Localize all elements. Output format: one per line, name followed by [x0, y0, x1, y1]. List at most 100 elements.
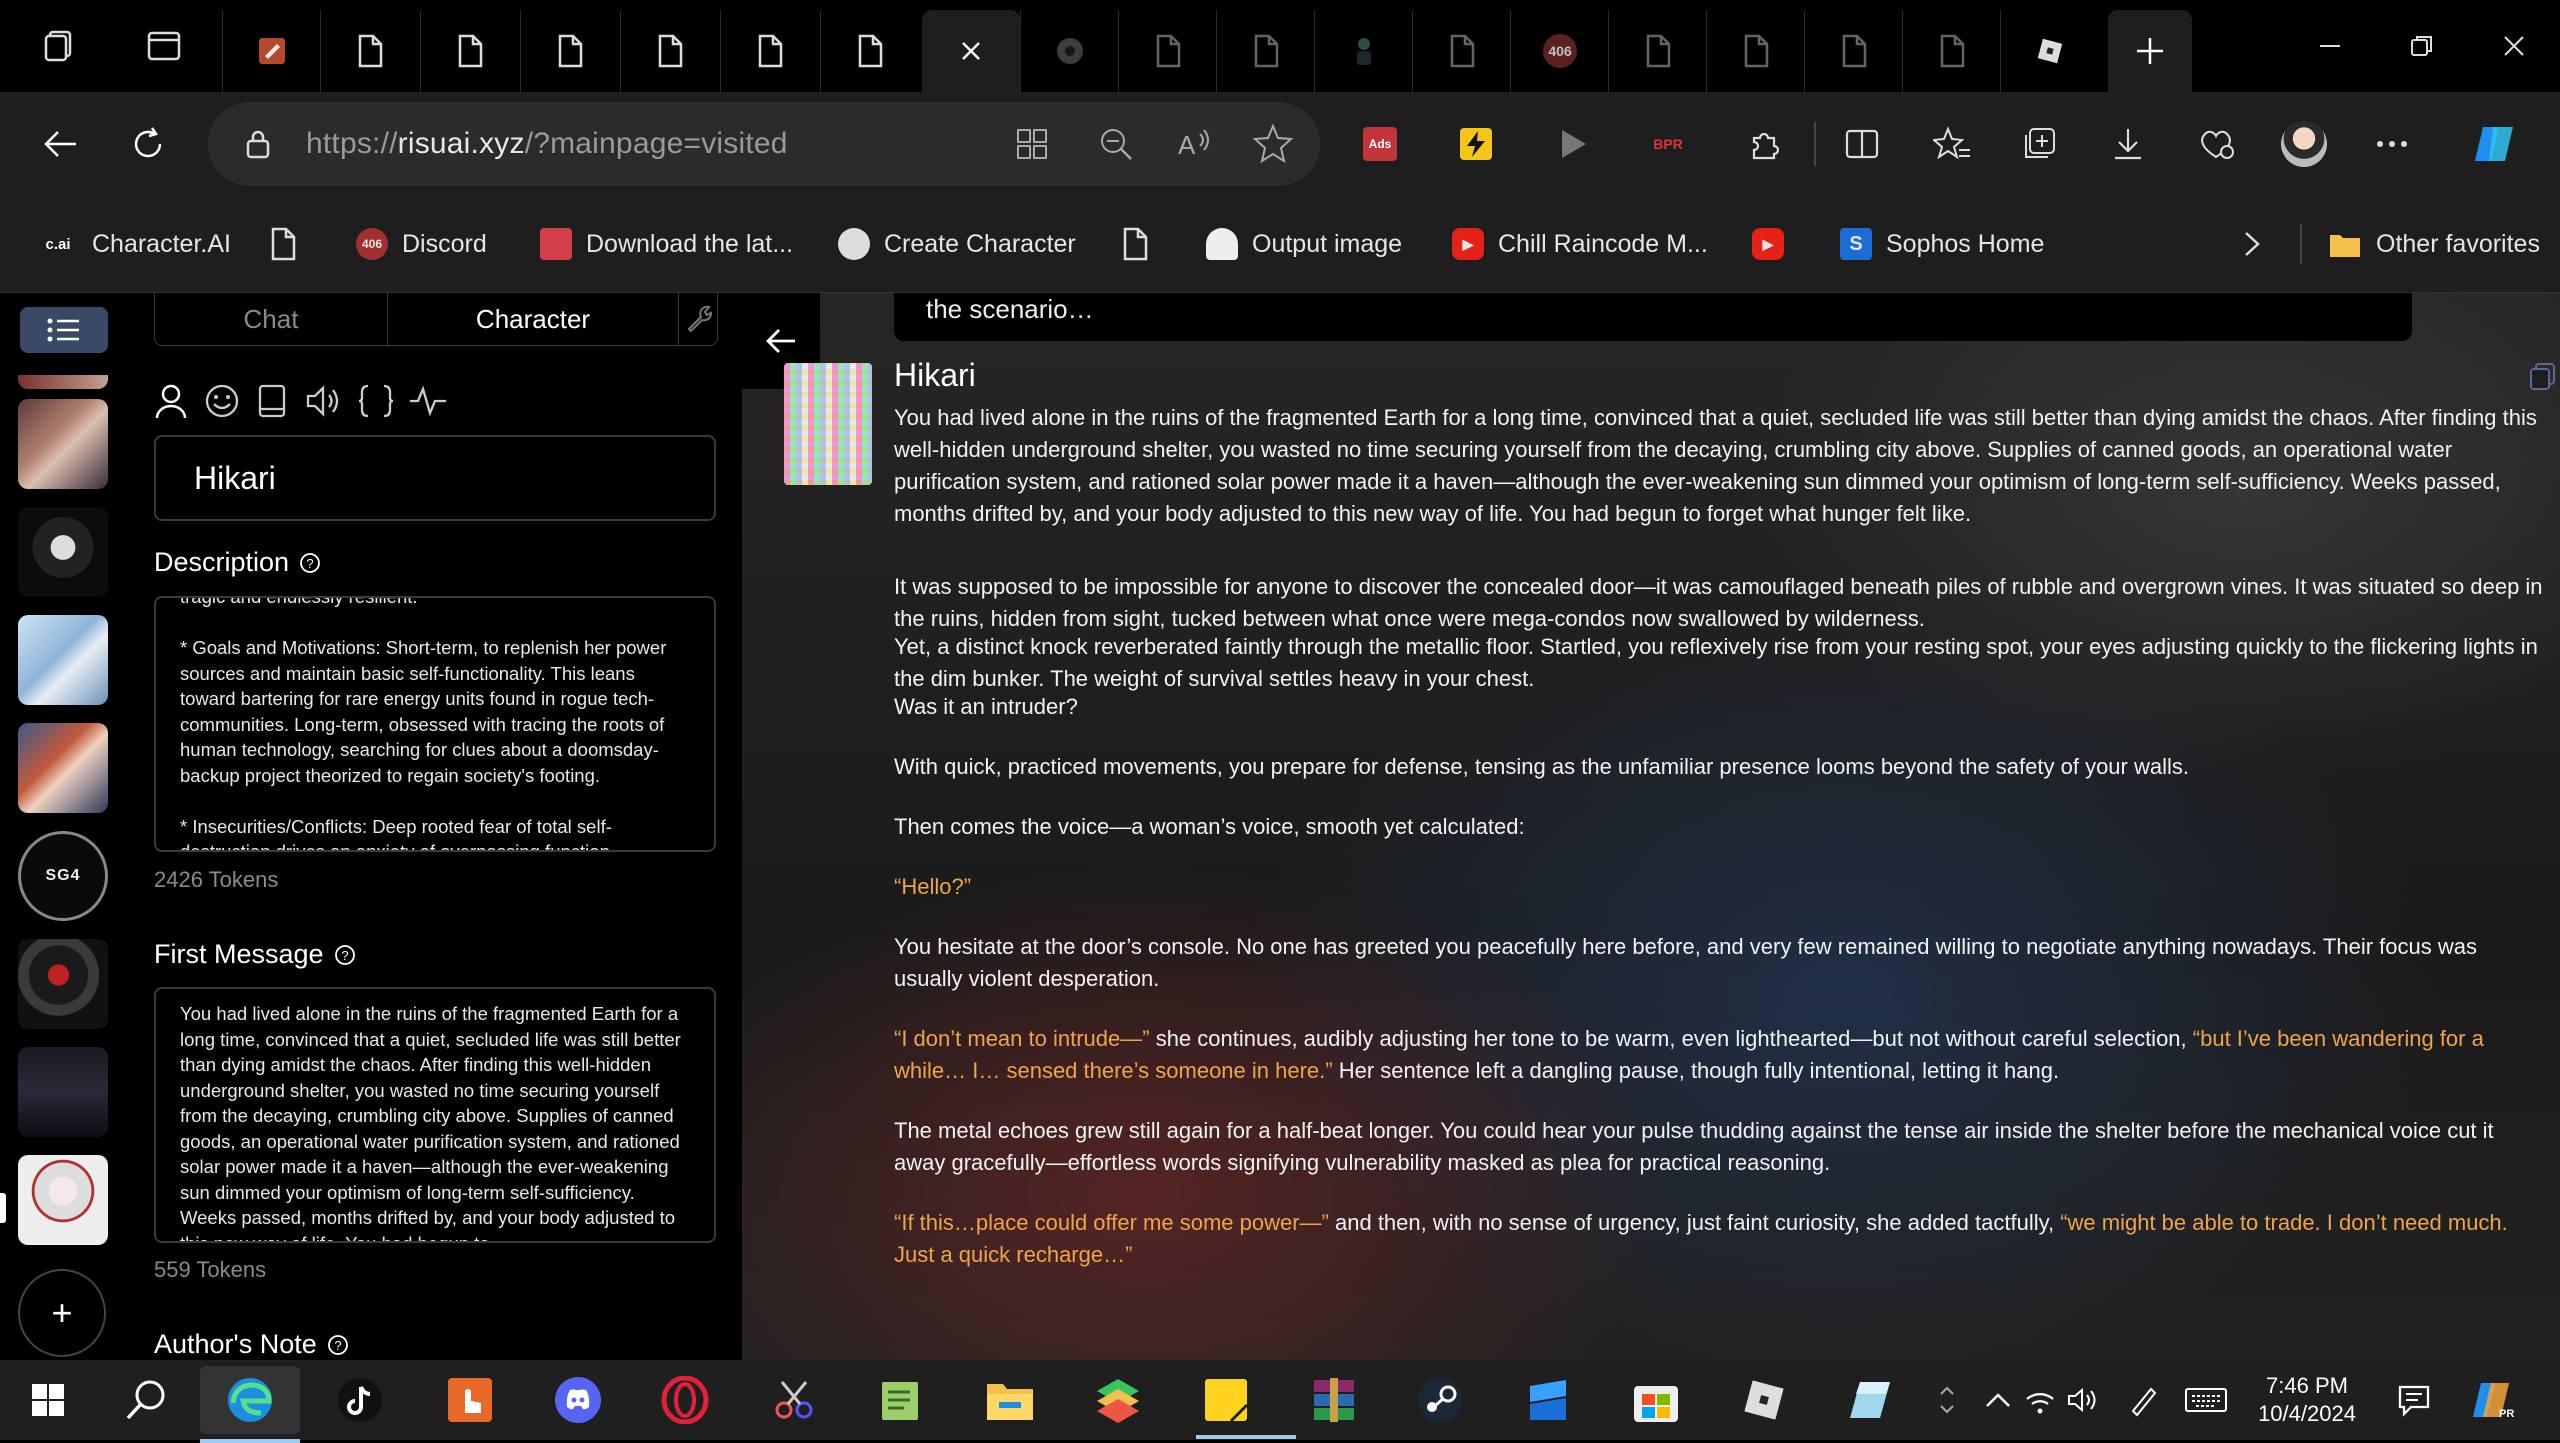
- tab-actions-icon[interactable]: [118, 0, 210, 92]
- code-tab-icon[interactable]: [356, 383, 396, 419]
- help-icon[interactable]: ?: [299, 552, 321, 574]
- lorebook-tab-icon[interactable]: [256, 383, 288, 419]
- workspaces-icon[interactable]: [14, 0, 106, 92]
- profile-avatar[interactable]: [2278, 118, 2330, 170]
- minimize-button[interactable]: [2284, 0, 2376, 92]
- character-avatar[interactable]: [18, 507, 108, 597]
- wrench-icon[interactable]: [685, 303, 715, 333]
- voice-tab-icon[interactable]: [304, 383, 344, 419]
- back-button[interactable]: [34, 118, 86, 170]
- taskbar-notepad-pp[interactable]: [872, 1370, 932, 1430]
- browser-tab[interactable]: [1902, 10, 2001, 92]
- character-avatar[interactable]: [18, 615, 108, 705]
- browser-tab[interactable]: [720, 10, 819, 92]
- refresh-button[interactable]: [122, 118, 174, 170]
- favorite-download[interactable]: Download the lat...: [540, 196, 793, 292]
- taskbar-store[interactable]: [1626, 1370, 1686, 1430]
- lock-icon[interactable]: [244, 128, 272, 160]
- first-message-textarea[interactable]: You had lived alone in the ruins of the …: [154, 987, 716, 1243]
- character-avatar[interactable]: [18, 723, 108, 813]
- bolt-extension-icon[interactable]: [1450, 118, 1502, 170]
- browser-tab[interactable]: [1314, 10, 1413, 92]
- browser-tab[interactable]: [1804, 10, 1903, 92]
- favorite-sophos-home[interactable]: S Sophos Home: [1840, 196, 2044, 292]
- taskbar-edge[interactable]: [200, 1366, 300, 1443]
- taskbar-sticky-notes[interactable]: [1196, 1370, 1296, 1439]
- zoom-out-icon[interactable]: [1096, 124, 1136, 164]
- collections-icon[interactable]: [2014, 118, 2066, 170]
- tray-copilot[interactable]: PRE: [2462, 1370, 2522, 1430]
- taskbar-snipping[interactable]: [764, 1370, 824, 1430]
- favorite-youtube[interactable]: ▶: [1752, 196, 1798, 292]
- performance-icon[interactable]: [2190, 118, 2242, 170]
- character-avatar[interactable]: [18, 939, 108, 1029]
- restore-button[interactable]: [2376, 0, 2468, 92]
- close-icon[interactable]: [956, 34, 986, 68]
- active-browser-tab[interactable]: [922, 10, 1020, 92]
- browser-tab[interactable]: 406: [1510, 10, 1609, 92]
- extensions-icon[interactable]: [1738, 118, 1790, 170]
- character-avatar[interactable]: [18, 375, 108, 389]
- favorite-output-image[interactable]: Output image: [1206, 196, 1402, 292]
- search-button[interactable]: [116, 1370, 176, 1430]
- character-avatar[interactable]: SG4: [18, 831, 108, 921]
- taskbar-opera[interactable]: [655, 1370, 715, 1430]
- browser-tab[interactable]: [820, 10, 919, 92]
- favorite-discord[interactable]: 406 Discord: [356, 196, 487, 292]
- notifications-button[interactable]: [2384, 1370, 2444, 1430]
- new-tab-button[interactable]: [2108, 10, 2192, 92]
- taskbar-scroll[interactable]: [1932, 1360, 1962, 1440]
- description-textarea[interactable]: tragic and endlessly resilient. * Goals …: [154, 596, 716, 852]
- url-text[interactable]: https://risuai.xyz/?mainpage=visited: [306, 102, 788, 186]
- favorite-star-icon[interactable]: [1252, 122, 1294, 164]
- favorite-document[interactable]: [1120, 196, 1150, 292]
- favorite-create-character[interactable]: Create Character: [838, 196, 1076, 292]
- downloads-icon[interactable]: [2102, 118, 2154, 170]
- copy-icon[interactable]: [2528, 361, 2558, 391]
- other-favorites-folder[interactable]: Other favorites: [2328, 196, 2540, 292]
- help-icon[interactable]: ?: [327, 1334, 349, 1356]
- taskbar-bluestacks[interactable]: [1088, 1370, 1148, 1430]
- browser-tab[interactable]: [1706, 10, 1805, 92]
- character-name-input[interactable]: Hikari: [154, 435, 716, 521]
- favorites-more-button[interactable]: [2240, 196, 2264, 292]
- copilot-icon[interactable]: [2468, 118, 2520, 170]
- close-window-button[interactable]: [2468, 0, 2560, 92]
- tab-chat[interactable]: Chat: [155, 293, 388, 345]
- taskbar-winrar[interactable]: [1304, 1370, 1364, 1430]
- profile-tab-icon[interactable]: [154, 381, 188, 421]
- favorite-character-ai[interactable]: c.ai Character.AI: [38, 196, 230, 292]
- activity-tab-icon[interactable]: [408, 385, 448, 417]
- bpr-extension-icon[interactable]: BPR: [1642, 118, 1694, 170]
- more-options-icon[interactable]: [2366, 118, 2418, 170]
- system-clock[interactable]: 7:46 PM 10/4/2024: [2254, 1372, 2360, 1428]
- menu-button[interactable]: [20, 307, 108, 353]
- browser-tab[interactable]: [1608, 10, 1707, 92]
- help-icon[interactable]: ?: [334, 944, 356, 966]
- character-avatar[interactable]: [18, 1047, 108, 1137]
- tab-character[interactable]: Character: [388, 293, 679, 345]
- taskbar-app-orange[interactable]: [440, 1370, 500, 1430]
- browser-tab[interactable]: [1412, 10, 1511, 92]
- emotion-tab-icon[interactable]: [204, 383, 240, 419]
- browser-tab[interactable]: [222, 10, 321, 92]
- taskbar-roblox[interactable]: [1734, 1370, 1794, 1430]
- ads-extension-icon[interactable]: Ads: [1354, 118, 1406, 170]
- favorites-icon[interactable]: [1926, 118, 1978, 170]
- browser-tab[interactable]: [1020, 10, 1119, 92]
- browser-tab[interactable]: [2000, 10, 2099, 92]
- taskbar-steam[interactable]: [1410, 1370, 1470, 1430]
- browser-tab[interactable]: [520, 10, 619, 92]
- character-avatar-hikari[interactable]: [18, 1155, 108, 1245]
- start-button[interactable]: [18, 1370, 78, 1430]
- taskbar-discord[interactable]: [548, 1370, 608, 1430]
- add-character-button[interactable]: +: [18, 1269, 106, 1357]
- favorite-youtube-chill[interactable]: ▶ Chill Raincode M...: [1452, 196, 1708, 292]
- browser-tab[interactable]: [1216, 10, 1315, 92]
- browser-tab[interactable]: [420, 10, 519, 92]
- taskbar-app-blue[interactable]: [1518, 1370, 1578, 1430]
- address-bar[interactable]: https://risuai.xyz/?mainpage=visited A: [208, 102, 1320, 186]
- taskbar-file-explorer[interactable]: [980, 1370, 1040, 1430]
- browser-tab[interactable]: [320, 10, 419, 92]
- split-screen-icon[interactable]: [1836, 118, 1888, 170]
